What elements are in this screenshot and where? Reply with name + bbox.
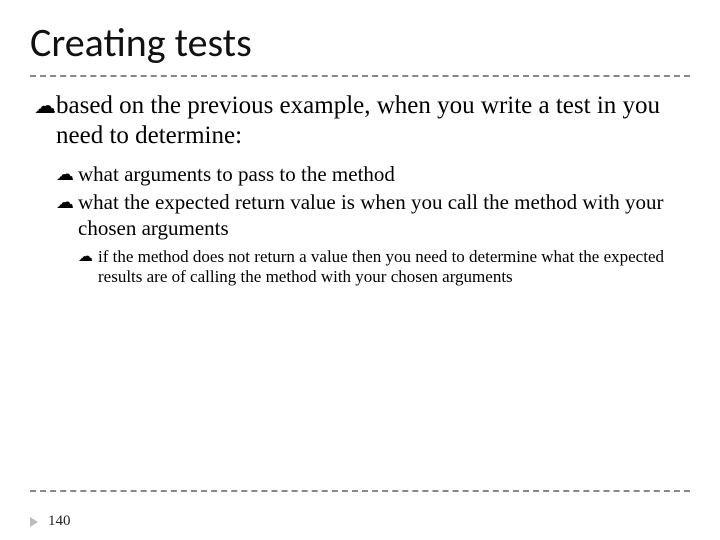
bullet-icon: ☁: [34, 91, 56, 121]
slide-title: Creating tests: [0, 0, 720, 75]
arrow-right-icon: [30, 517, 38, 527]
level3-group: ☁ if the method does not return a value …: [78, 247, 682, 287]
bullet-icon: ☁: [56, 189, 78, 215]
title-divider: [30, 75, 690, 77]
bullet-icon: ☁: [78, 247, 98, 267]
bullet-level2: ☁ what arguments to pass to the method: [56, 161, 682, 187]
footer-divider: [30, 490, 690, 492]
bullet-level2: ☁ what the expected return value is when…: [56, 189, 682, 241]
bullet-level2-text: what the expected return value is when y…: [78, 189, 682, 241]
slide: Creating tests ☁ based on the previous e…: [0, 0, 720, 540]
bullet-icon: ☁: [56, 161, 78, 187]
page-number: 140: [48, 513, 71, 530]
bullet-level3: ☁ if the method does not return a value …: [78, 247, 682, 287]
bullet-level1: ☁ based on the previous example, when yo…: [34, 91, 682, 151]
level2-group: ☁ what arguments to pass to the method ☁…: [56, 161, 682, 287]
slide-content: ☁ based on the previous example, when yo…: [0, 91, 720, 287]
bullet-level1-text: based on the previous example, when you …: [56, 91, 682, 151]
footer: 140: [30, 513, 71, 530]
bullet-level3-text: if the method does not return a value th…: [98, 247, 682, 287]
bullet-level2-text: what arguments to pass to the method: [78, 161, 395, 187]
